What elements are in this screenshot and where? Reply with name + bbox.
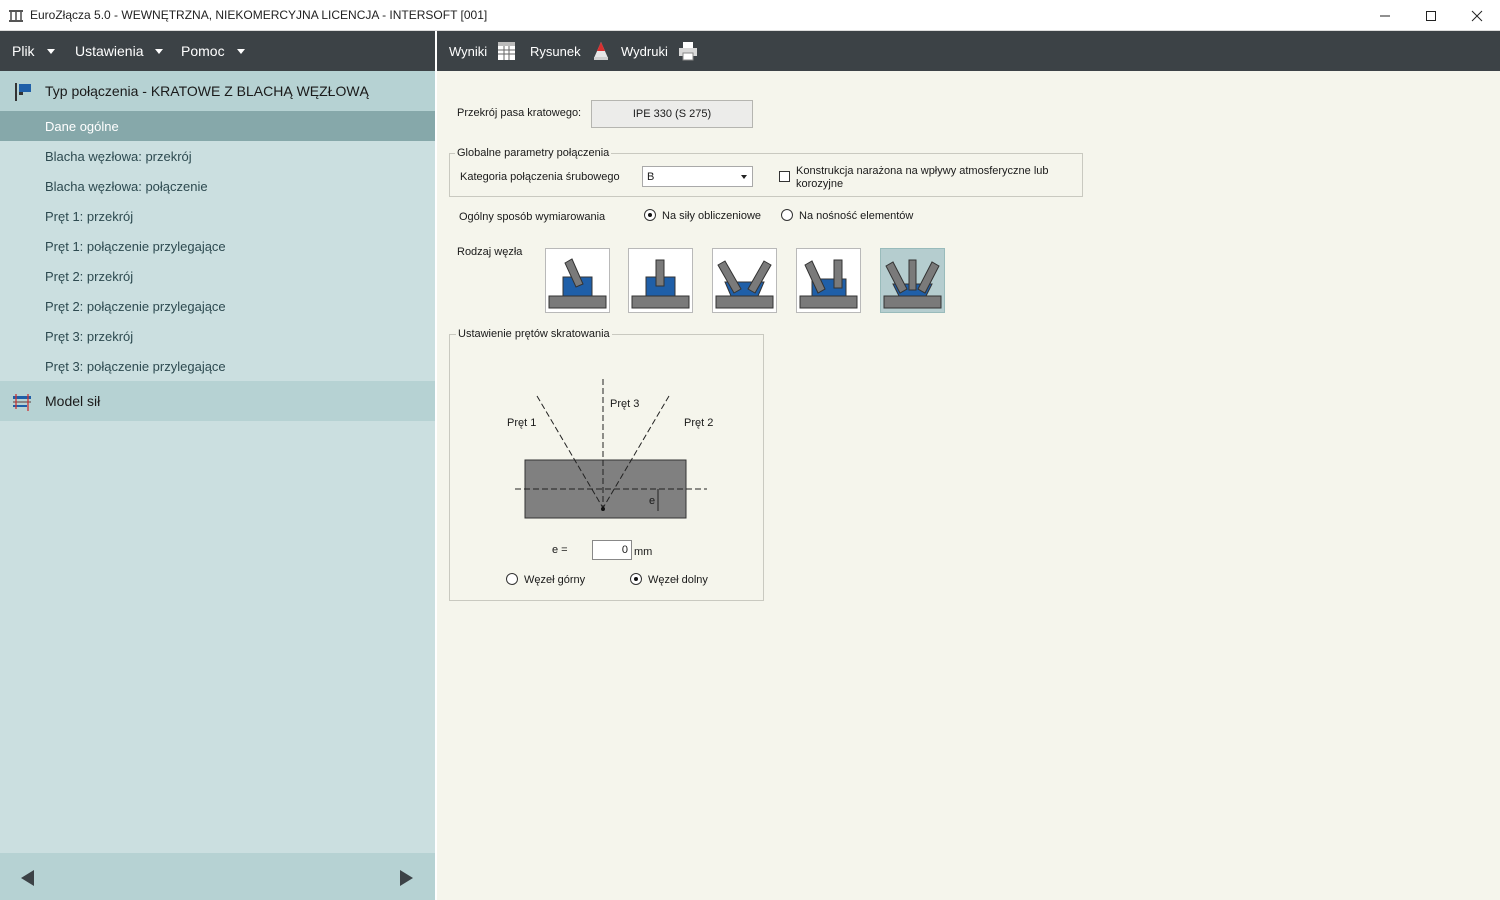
menu-bar: Plik Ustawienia Pomoc: [0, 31, 435, 71]
node-single-vertical-icon: [631, 259, 690, 309]
sidebar-item-pret1-polaczenie[interactable]: Pręt 1: połączenie przylegające: [0, 231, 435, 261]
window-title: EuroZłącza 5.0 - WEWNĘTRZNA, NIEKOMERCYJ…: [30, 8, 488, 22]
chevron-down-icon: [46, 48, 55, 54]
design-method-forces-label: Na siły obliczeniowe: [662, 210, 762, 222]
bar1-label: Pręt 1: [507, 417, 537, 429]
corrosion-label-line1: Konstrukcja narażona na wpływy atmosfery…: [796, 165, 1049, 177]
drawing-cone-icon: [593, 42, 608, 60]
design-method-label: Ogólny sposób wymiarowania: [459, 211, 606, 223]
wyniki-button[interactable]: Wyniki: [449, 31, 517, 71]
node-type-option-4[interactable]: [796, 248, 861, 313]
rysunek-label: Rysunek: [530, 43, 581, 59]
node-diagonal-vertical-icon: [799, 259, 858, 309]
minimize-button[interactable]: [1362, 0, 1408, 31]
toolbar: Wyniki Rysunek Wydruki: [437, 31, 1500, 71]
chevron-down-icon: [155, 48, 164, 54]
menu-plik[interactable]: Plik: [12, 31, 55, 71]
menu-plik-label: Plik: [12, 43, 35, 59]
global-params-group-label: Globalne parametry połączenia: [455, 147, 612, 159]
corrosion-checkbox[interactable]: [779, 171, 790, 182]
bar2-label: Pręt 2: [684, 417, 714, 429]
arrow-right-icon[interactable]: [396, 868, 416, 888]
force-model-icon: [13, 394, 31, 411]
sidebar-item-dane-ogolne[interactable]: Dane ogólne: [0, 111, 435, 141]
rysunek-button[interactable]: Rysunek: [530, 31, 611, 71]
chevron-down-icon: [236, 48, 245, 54]
lower-node-radio[interactable]: [630, 573, 642, 585]
design-method-capacity-label: Na nośność elementów: [799, 210, 914, 222]
bar3-label: Pręt 3: [610, 398, 640, 410]
bracing-group-label: Ustawienie prętów skratowania: [456, 328, 612, 340]
section-model-sil[interactable]: Model sił: [0, 381, 435, 421]
flag-icon: [15, 83, 31, 101]
sidebar: Plik Ustawienia Pomoc Typ połączenia - K…: [0, 31, 435, 900]
node-type-label: Rodzaj węzła: [457, 246, 523, 258]
close-icon: [1471, 10, 1483, 21]
printer-icon: [678, 42, 697, 61]
node-three-bars-icon: [883, 259, 942, 309]
results-table-icon: [498, 42, 516, 60]
minimize-icon: [1380, 15, 1390, 16]
close-button[interactable]: [1454, 0, 1500, 31]
bolt-category-select[interactable]: B: [642, 166, 753, 187]
section-model-sil-label: Model sił: [45, 393, 101, 409]
lower-node-label: Węzeł dolny: [648, 574, 708, 586]
eccentricity-input[interactable]: 0: [592, 540, 632, 560]
menu-pomoc-label: Pomoc: [181, 43, 225, 59]
main-form: Przekrój pasa kratowego: IPE 330 (S 275)…: [437, 71, 1500, 900]
maximize-icon: [1426, 10, 1436, 21]
node-type-option-1[interactable]: [545, 248, 610, 313]
menu-ustawienia-label: Ustawienia: [75, 43, 144, 59]
design-method-forces-radio[interactable]: [644, 209, 656, 221]
section-connection-type-label: Typ połączenia - KRATOWE Z BLACHĄ WĘZŁOW…: [45, 83, 369, 99]
node-two-diagonals-icon: [715, 260, 774, 309]
node-type-option-2[interactable]: [628, 248, 693, 313]
node-single-diagonal-icon: [548, 258, 607, 309]
profile-label: Przekrój pasa kratowego:: [457, 107, 582, 119]
sidebar-item-pret2-polaczenie[interactable]: Pręt 2: połączenie przylegające: [0, 291, 435, 321]
upper-node-radio[interactable]: [506, 573, 518, 585]
sidebar-item-pret2-przekroj[interactable]: Pręt 2: przekrój: [0, 261, 435, 291]
menu-pomoc[interactable]: Pomoc: [181, 31, 245, 71]
sidebar-item-pret3-polaczenie[interactable]: Pręt 3: połączenie przylegające: [0, 351, 435, 381]
wydruki-button[interactable]: Wydruki: [621, 31, 698, 71]
building-icon: [9, 10, 23, 22]
eccentricity-unit: mm: [634, 546, 653, 558]
title-bar: EuroZłącza 5.0 - WEWNĘTRZNA, NIEKOMERCYJ…: [0, 0, 1500, 31]
bolt-category-label: Kategoria połączenia śrubowego: [460, 171, 620, 183]
menu-ustawienia[interactable]: Ustawienia: [75, 31, 164, 71]
sidebar-item-blacha-polaczenie[interactable]: Blacha węzłowa: połączenie: [0, 171, 435, 201]
section-connection-type[interactable]: Typ połączenia - KRATOWE Z BLACHĄ WĘZŁOW…: [0, 71, 435, 111]
bolt-category-value: B: [647, 170, 655, 183]
arrow-left-icon[interactable]: [18, 868, 38, 888]
maximize-button[interactable]: [1408, 0, 1454, 31]
wyniki-label: Wyniki: [449, 43, 488, 59]
design-method-capacity-radio[interactable]: [781, 209, 793, 221]
sidebar-nav-bar: [0, 853, 435, 900]
node-type-option-3[interactable]: [712, 248, 777, 313]
upper-node-label: Węzeł górny: [524, 574, 586, 586]
eccentricity-label: e =: [552, 544, 568, 556]
sidebar-item-pret3-przekroj[interactable]: Pręt 3: przekrój: [0, 321, 435, 351]
sidebar-item-pret1-przekroj[interactable]: Pręt 1: przekrój: [0, 201, 435, 231]
corrosion-label-line2: korozyjne: [796, 178, 844, 190]
eccentricity-symbol: e: [649, 495, 656, 507]
profile-button[interactable]: IPE 330 (S 275): [591, 100, 753, 128]
bracing-diagram: [515, 379, 707, 519]
wydruki-label: Wydruki: [621, 43, 668, 59]
chevron-down-icon: [736, 168, 751, 185]
sidebar-item-blacha-przekroj[interactable]: Blacha węzłowa: przekrój: [0, 141, 435, 171]
node-type-option-5[interactable]: [880, 248, 945, 313]
